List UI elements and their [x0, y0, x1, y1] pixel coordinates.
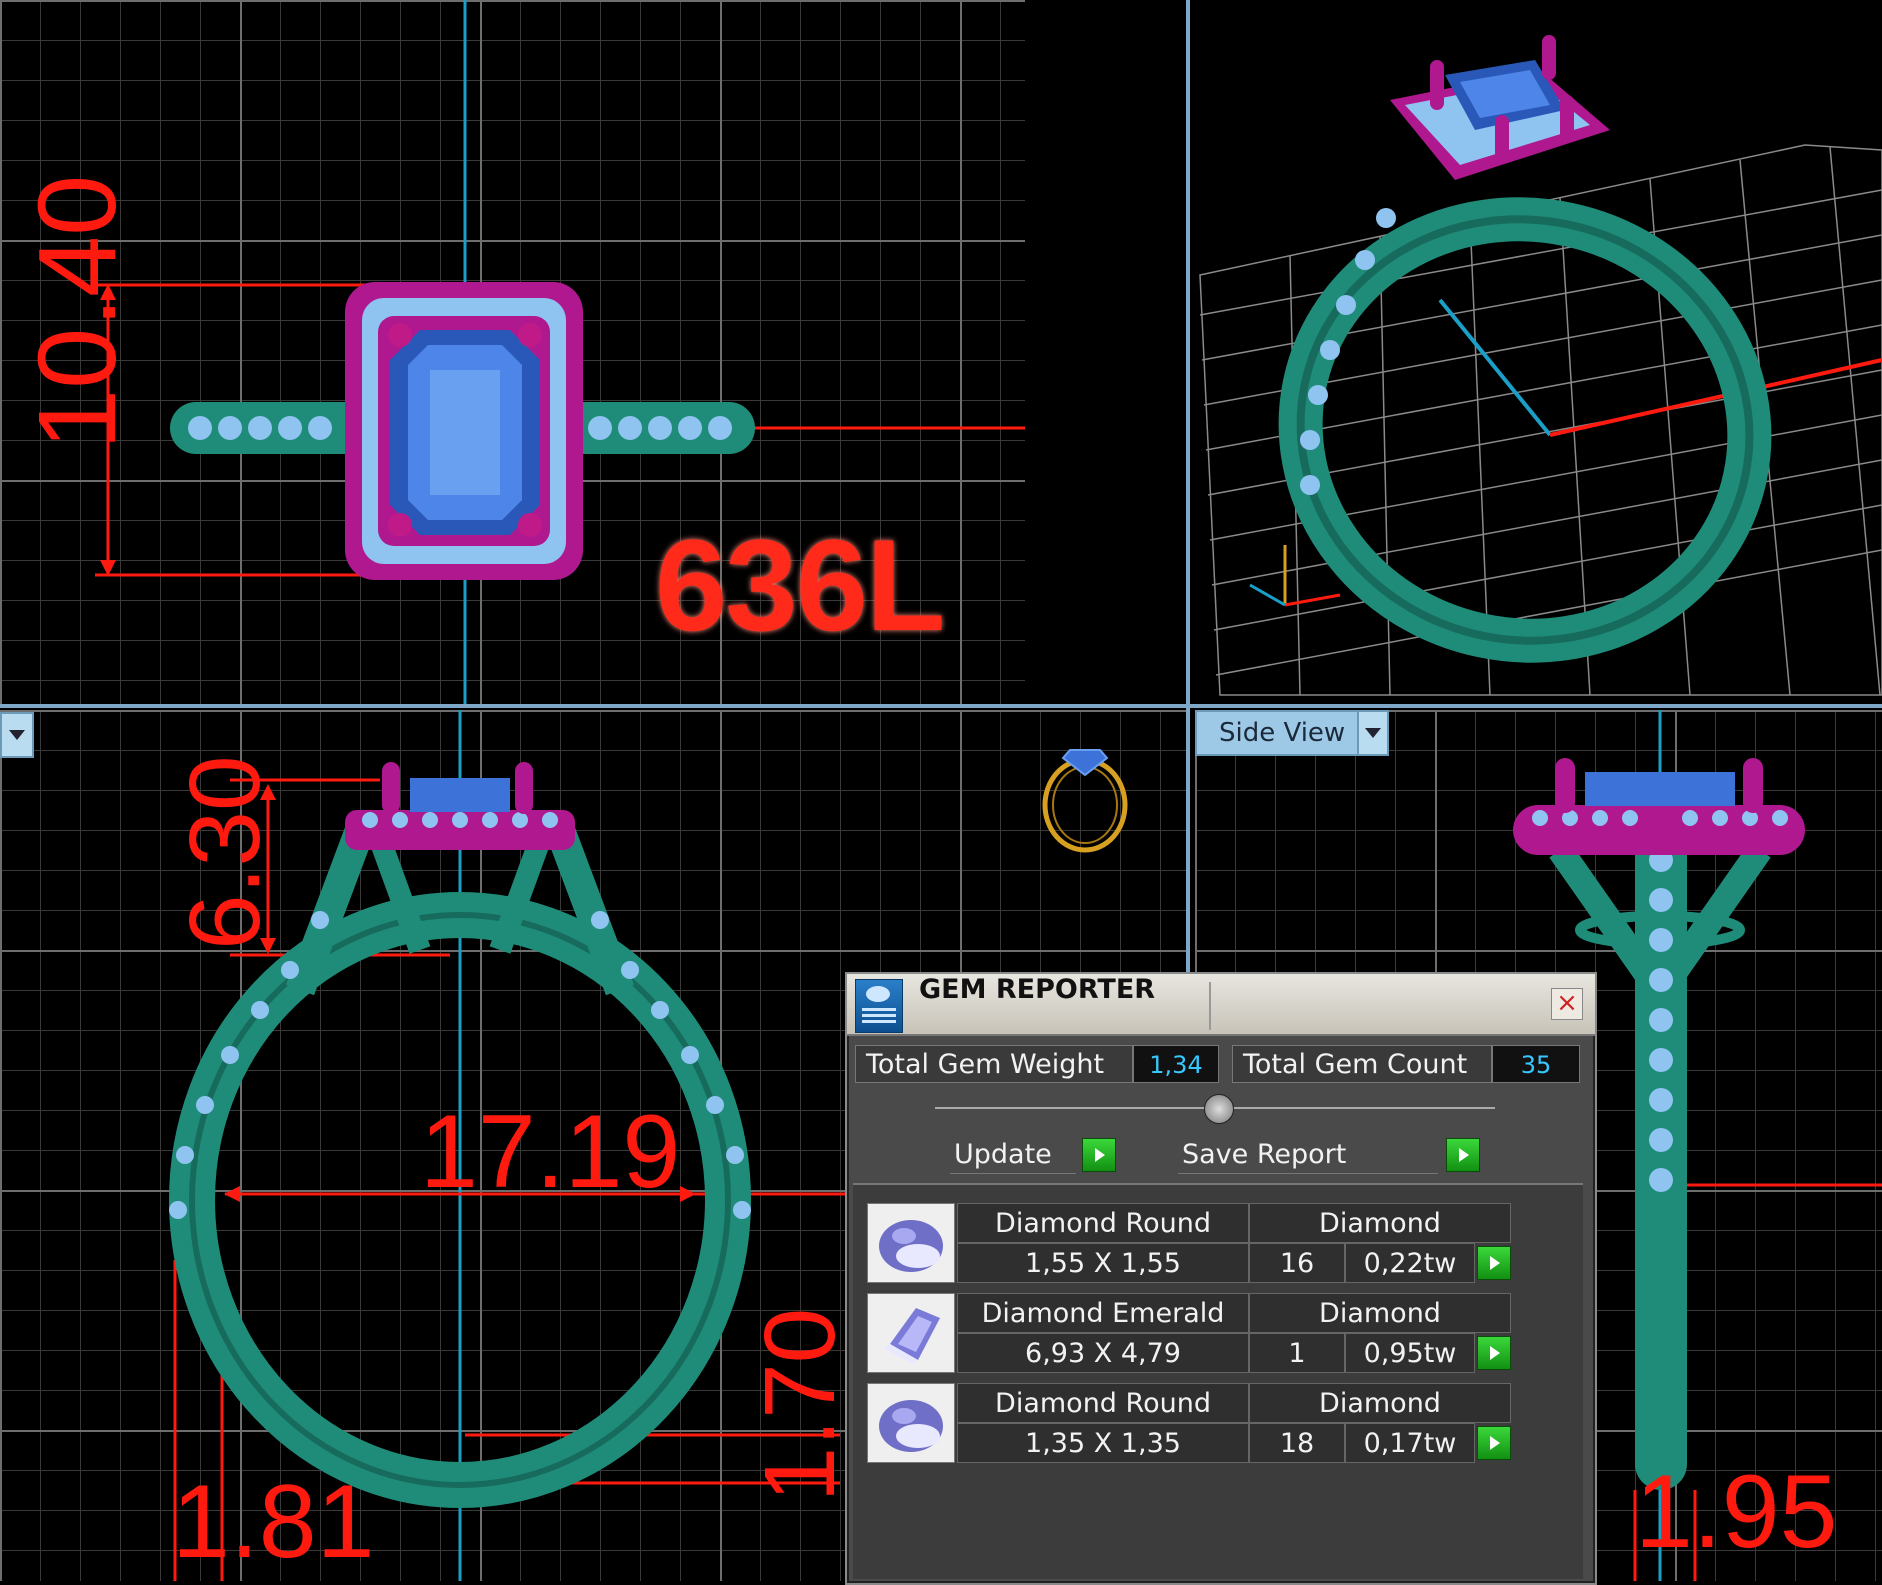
gem-count: 18: [1249, 1423, 1345, 1463]
gem-size: 6,93 X 4,79: [957, 1333, 1249, 1373]
gem-weight: 0,17tw: [1345, 1423, 1475, 1463]
gem-list: Diamond Round Diamond 1,55 X 1,55 16 0,2…: [853, 1183, 1583, 1579]
gem-count: 16: [1249, 1243, 1345, 1283]
front-view-dropdown[interactable]: [0, 712, 34, 758]
update-label: Update: [950, 1136, 1076, 1174]
front-height-dimension: 6.30: [169, 755, 281, 950]
side-view-label: Side View: [1219, 718, 1346, 748]
gem-weight: 0,95tw: [1345, 1333, 1475, 1373]
gem-select-button[interactable]: [1477, 1246, 1511, 1280]
gem-name: Diamond Round: [957, 1203, 1249, 1243]
total-gem-weight-label: Total Gem Weight: [855, 1045, 1133, 1083]
save-report-label: Save Report: [1178, 1136, 1438, 1174]
panel-collapse-handle[interactable]: [1204, 1094, 1234, 1124]
close-button[interactable]: ×: [1551, 988, 1583, 1020]
total-gem-count-label: Total Gem Count: [1232, 1045, 1492, 1083]
band-width-side-dimension: 1.95: [1635, 1454, 1838, 1570]
ring-navigator-icon[interactable]: [1035, 730, 1155, 860]
gem-row[interactable]: Diamond Round Diamond 1,35 X 1,35 18 0,1…: [867, 1383, 1513, 1465]
gem-row[interactable]: Diamond Emerald Diamond 6,93 X 4,79 1 0,…: [867, 1293, 1513, 1375]
total-gem-weight-value: 1,34: [1133, 1045, 1219, 1083]
gem-reporter-titlebar[interactable]: GEM REPORTER ×: [847, 974, 1595, 1036]
inner-diameter-dimension: 17.19: [420, 1094, 681, 1210]
perspective-drawing: [1199, 35, 1882, 696]
gem-weight: 0,22tw: [1345, 1243, 1475, 1283]
chevron-down-icon: [1365, 728, 1382, 738]
gem-name: Diamond Emerald: [957, 1293, 1249, 1333]
model-code-label: 636L: [655, 512, 945, 658]
side-view-selector[interactable]: Side View: [1195, 710, 1390, 756]
gem-report-icon: [855, 979, 903, 1033]
save-report-button[interactable]: [1446, 1138, 1480, 1172]
divider: [1209, 982, 1211, 1030]
top-height-dimension: 10.40: [16, 174, 139, 450]
round-gem-icon: [867, 1383, 955, 1463]
perspective-viewport[interactable]: [1190, 0, 1882, 705]
update-button[interactable]: [1082, 1138, 1116, 1172]
gem-row[interactable]: Diamond Round Diamond 1,55 X 1,55 16 0,2…: [867, 1203, 1513, 1285]
total-gem-count-value: 35: [1492, 1045, 1580, 1083]
gem-material: Diamond: [1249, 1293, 1511, 1333]
gem-name: Diamond Round: [957, 1383, 1249, 1423]
horizontal-divider[interactable]: [0, 704, 1882, 708]
round-gem-icon: [867, 1203, 955, 1283]
close-icon: ×: [1556, 988, 1578, 1018]
band-bottom-dimension: 1.70: [744, 1307, 856, 1503]
gem-count: 1: [1249, 1333, 1345, 1373]
gem-size: 1,35 X 1,35: [957, 1423, 1249, 1463]
dropdown-toggle[interactable]: [1357, 712, 1388, 754]
top-viewport[interactable]: 10.40 636L: [0, 0, 1025, 705]
gem-material: Diamond: [1249, 1203, 1511, 1243]
gem-select-button[interactable]: [1477, 1426, 1511, 1460]
chevron-down-icon: [9, 730, 25, 740]
band-width-left-dimension: 1.81: [172, 1464, 375, 1580]
gem-material: Diamond: [1249, 1383, 1511, 1423]
gem-size: 1,55 X 1,55: [957, 1243, 1249, 1283]
emerald-gem-icon: [867, 1293, 955, 1373]
panel-title: GEM REPORTER: [919, 974, 1156, 1005]
gem-select-button[interactable]: [1477, 1336, 1511, 1370]
